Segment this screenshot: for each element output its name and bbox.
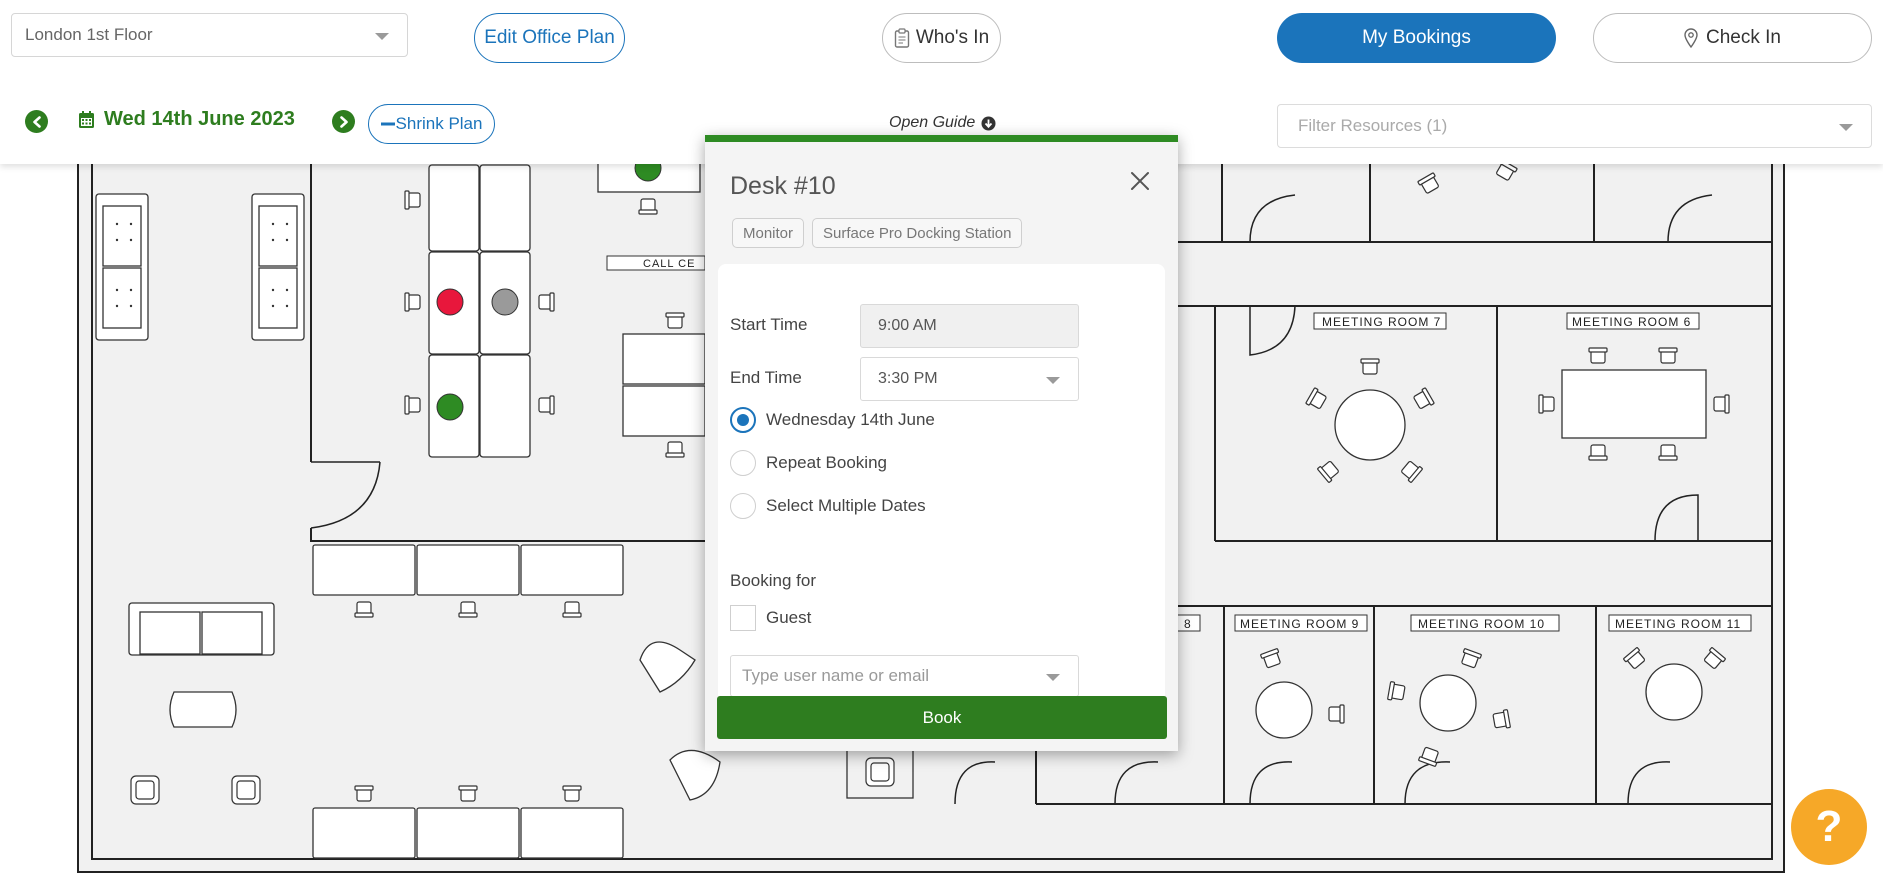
option-multiple-dates[interactable]: Select Multiple Dates	[730, 493, 926, 519]
chevron-left-icon	[32, 115, 41, 128]
user-search-input[interactable]: Type user name or email	[730, 655, 1079, 697]
my-bookings-button[interactable]: My Bookings	[1277, 13, 1556, 63]
filter-resources-placeholder: Filter Resources (1)	[1298, 116, 1448, 135]
user-search-placeholder: Type user name or email	[742, 666, 930, 685]
start-time-label: Start Time	[730, 315, 808, 334]
room-label-9: MEETING ROOM 9	[1240, 617, 1359, 631]
guest-checkbox[interactable]	[730, 605, 756, 631]
chevron-down-icon	[1046, 377, 1060, 384]
option-repeat-booking[interactable]: Repeat Booking	[730, 450, 887, 476]
room-label-6: MEETING ROOM 6	[1572, 315, 1691, 329]
current-date[interactable]: Wed 14th June 2023	[78, 108, 295, 131]
whos-in-button[interactable]: Who's In	[882, 13, 1001, 63]
arrow-down-circle-icon	[981, 116, 996, 130]
room-label-8: 8	[1184, 617, 1192, 631]
resource-chips: Monitor Surface Pro Docking Station	[732, 218, 1023, 248]
end-time-select[interactable]: 3:30 PM	[860, 357, 1079, 401]
radio-unchecked[interactable]	[730, 450, 756, 476]
chevron-down-icon	[1046, 674, 1060, 681]
help-button[interactable]: ?	[1791, 789, 1867, 865]
guest-label: Guest	[766, 608, 812, 627]
room-label-10: MEETING ROOM 10	[1418, 617, 1545, 631]
option-label: Repeat Booking	[766, 453, 887, 472]
edit-office-plan-label: Edit Office Plan	[484, 27, 615, 48]
room-label-7: MEETING ROOM 7	[1322, 315, 1441, 329]
whos-in-label: Who's In	[915, 27, 990, 48]
book-button[interactable]: Book	[717, 696, 1167, 739]
end-time-label: End Time	[730, 368, 802, 387]
check-in-label: Check In	[1706, 27, 1781, 48]
calendar-icon	[79, 111, 94, 128]
map-pin-icon	[1684, 28, 1698, 48]
minus-icon	[380, 122, 395, 126]
date-text: Wed 14th June 2023	[104, 108, 295, 130]
my-bookings-label: My Bookings	[1362, 27, 1471, 48]
radio-checked[interactable]	[730, 407, 756, 433]
chevron-down-icon	[1839, 124, 1853, 131]
close-icon[interactable]	[1129, 170, 1151, 192]
check-in-button[interactable]: Check In	[1593, 13, 1872, 63]
location-value: London 1st Floor	[25, 25, 153, 44]
booking-for-label: Booking for	[730, 571, 816, 590]
desk-booking-popup: Desk #10 Monitor Surface Pro Docking Sta…	[705, 135, 1178, 751]
resource-chip: Surface Pro Docking Station	[812, 218, 1023, 248]
option-single-date[interactable]: Wednesday 14th June	[730, 407, 935, 433]
next-day-button[interactable]	[332, 110, 355, 133]
end-time-value: 3:30 PM	[878, 370, 938, 387]
option-label: Select Multiple Dates	[766, 496, 926, 515]
clipboard-icon	[894, 28, 910, 48]
popup-title: Desk #10	[730, 172, 836, 200]
guest-option[interactable]: Guest	[730, 605, 811, 631]
start-time-value: 9:00 AM	[878, 317, 937, 334]
edit-office-plan-button[interactable]: Edit Office Plan	[474, 13, 625, 63]
help-label: ?	[1815, 802, 1843, 851]
start-time-field: 9:00 AM	[860, 304, 1079, 348]
radio-unchecked[interactable]	[730, 493, 756, 519]
resource-chip: Monitor	[732, 218, 805, 248]
shrink-plan-button[interactable]: Shrink Plan	[368, 104, 495, 144]
chevron-down-icon	[375, 33, 389, 40]
open-guide-link[interactable]: Open Guide	[889, 114, 996, 132]
booking-form: Start Time 9:00 AM End Time 3:30 PM Wedn…	[718, 264, 1165, 702]
room-label-11: MEETING ROOM 11	[1615, 617, 1741, 631]
room-label-call: CALL CE	[643, 258, 695, 270]
option-label: Wednesday 14th June	[766, 410, 935, 429]
open-guide-label: Open Guide	[889, 114, 976, 131]
filter-resources-select[interactable]: Filter Resources (1)	[1277, 104, 1872, 148]
previous-day-button[interactable]	[25, 110, 48, 133]
chevron-right-icon	[339, 115, 348, 128]
book-label: Book	[922, 707, 962, 727]
location-select[interactable]: London 1st Floor	[11, 13, 408, 57]
shrink-plan-label: Shrink Plan	[395, 114, 483, 133]
